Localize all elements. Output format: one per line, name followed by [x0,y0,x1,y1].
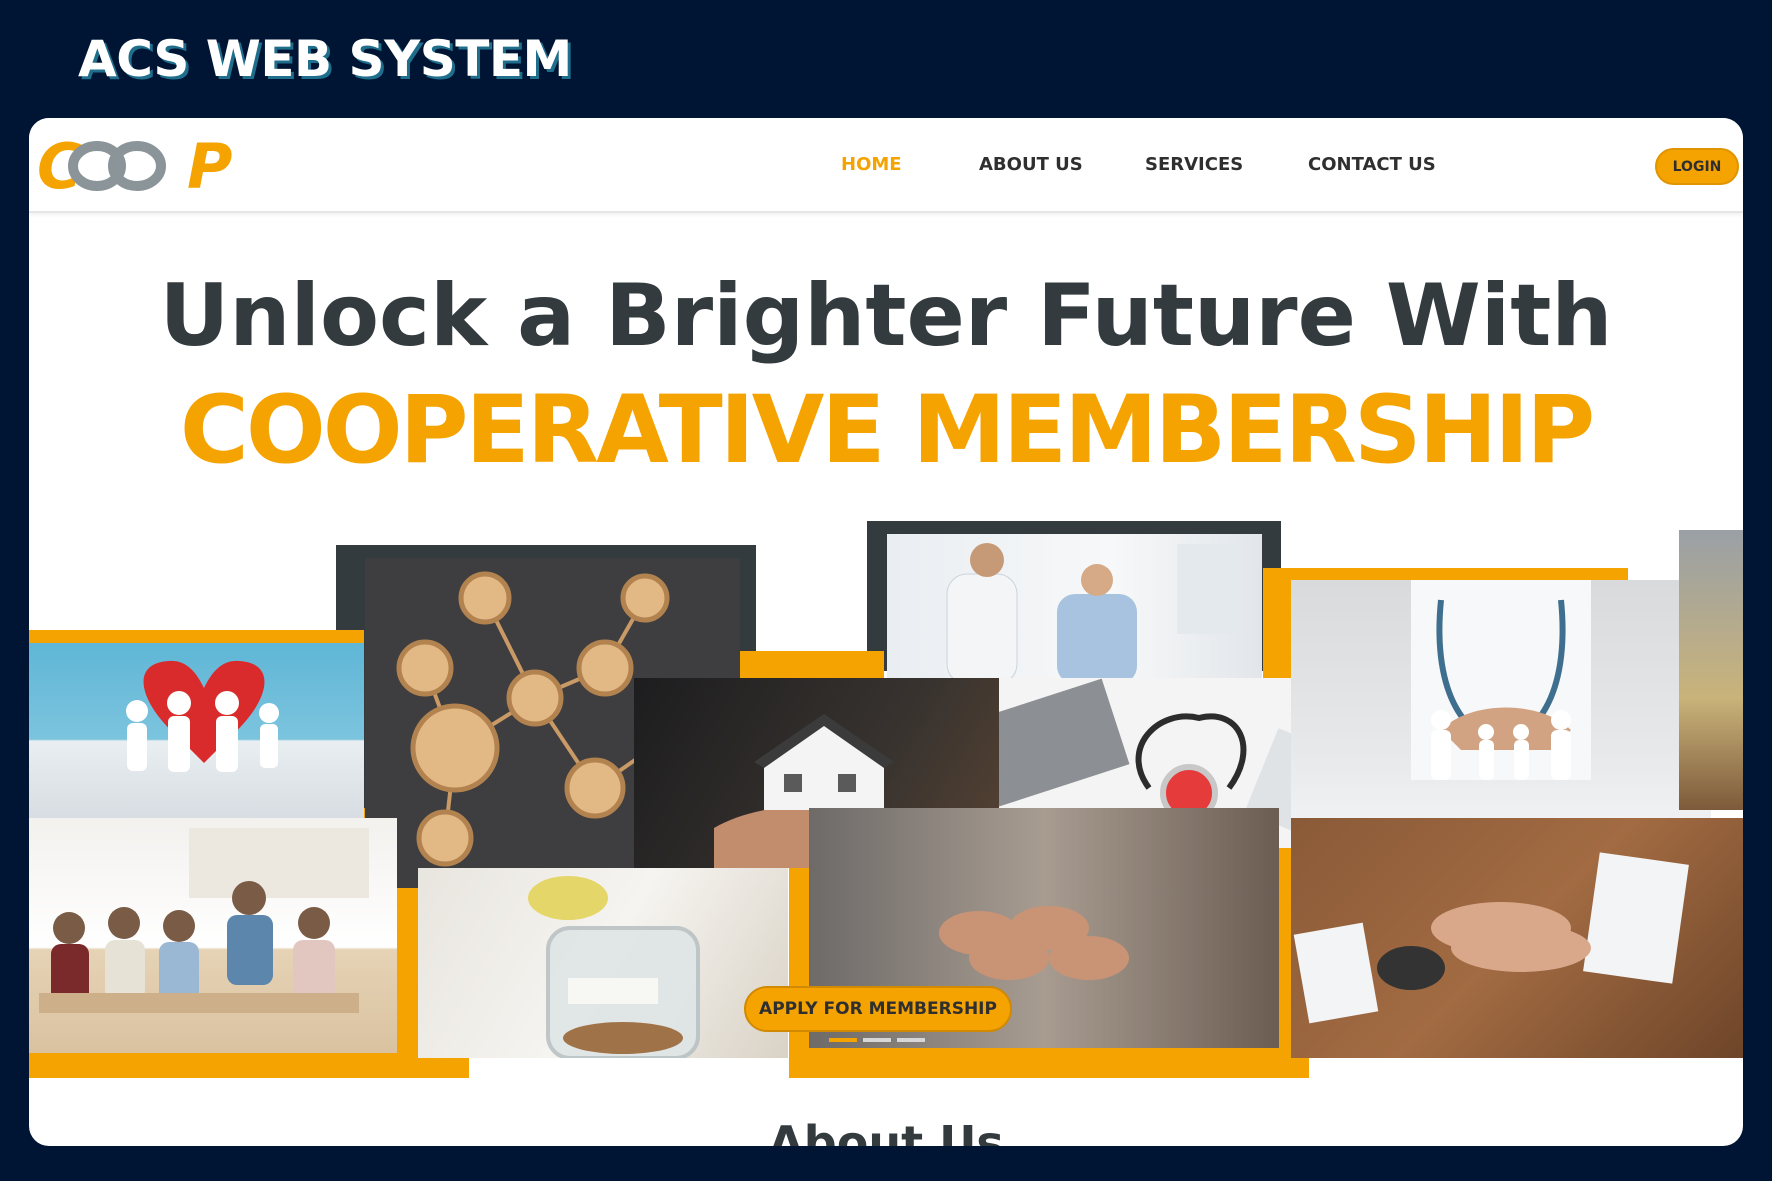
nav-services[interactable]: SERVICES [1145,154,1243,175]
collage-frame-accent [729,651,884,681]
login-button[interactable]: LOGIN [1655,148,1739,185]
hero-title: Unlock a Brighter Future With [159,266,1613,366]
nav-about-us[interactable]: ABOUT US [979,154,1083,175]
photo-stacked-hands [1291,818,1743,1058]
nav-contact-us[interactable]: CONTACT US [1308,154,1436,175]
apply-membership-button[interactable]: APPLY FOR MEMBERSHIP [744,986,1012,1032]
slide-indicator [829,1038,925,1042]
photo-doctor-consult [887,534,1262,684]
about-us-heading: About Us [768,1116,1004,1146]
photo-doctor-paper-family [1291,580,1711,820]
slide-dot[interactable] [897,1038,925,1042]
website-viewport: C P HOME ABOUT US SERVICES CONTACT US LO… [29,118,1743,1146]
nav-home[interactable]: HOME [841,154,902,175]
site-navbar: C P HOME ABOUT US SERVICES CONTACT US LO… [29,118,1743,213]
page-heading: ACS WEB SYSTEM [78,30,572,88]
photo-students-studying [29,818,397,1053]
photo-paper-family-heart [29,643,364,818]
photo-books-graduation [1679,530,1743,810]
coop-logo[interactable]: C P [35,136,255,196]
photo-retirement-jar [418,868,788,1058]
slide-dot[interactable] [863,1038,891,1042]
svg-text:P: P [187,136,232,196]
hero-subtitle: COOPERATIVE MEMBERSHIP [179,376,1595,485]
slide-dot[interactable] [829,1038,857,1042]
